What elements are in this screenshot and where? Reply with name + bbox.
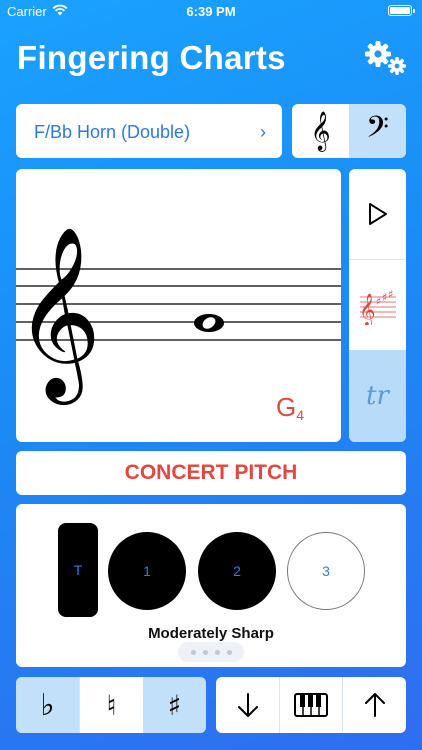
valve-1[interactable]: 1 — [108, 532, 186, 610]
page-title: Fingering Charts — [17, 39, 286, 76]
key-signature-icon: 𝄞 ♯ ♯ ♯ — [359, 288, 396, 325]
thumb-valve[interactable]: T — [58, 523, 98, 617]
valve-1-label: 1 — [143, 563, 151, 579]
chevron-right-icon: › — [260, 122, 266, 142]
play-button[interactable] — [349, 169, 406, 260]
toolbar — [216, 677, 406, 733]
thumb-valve-label: T — [73, 562, 83, 578]
bass-clef-button[interactable]: 𝄢 — [349, 104, 406, 158]
arrow-up-icon — [364, 693, 385, 717]
note-octave: 4 — [296, 407, 305, 423]
page-indicator[interactable] — [178, 642, 244, 662]
page-dot — [214, 649, 220, 655]
tuning-label: Moderately Sharp — [148, 625, 274, 642]
bass-clef-icon: 𝄢 — [365, 109, 390, 151]
play-icon — [368, 203, 387, 225]
clef-selector: 𝄞 𝄢 — [292, 104, 406, 158]
accidental-selector: ♭ ♮ ♯ — [16, 677, 206, 733]
staff-display: 𝄞 G4 — [16, 169, 341, 442]
valve-3[interactable]: 3 — [287, 532, 365, 610]
svg-text:♯: ♯ — [382, 291, 387, 304]
note-up-button[interactable] — [343, 677, 406, 733]
keyboard-button[interactable] — [279, 677, 343, 733]
battery-icon — [388, 5, 415, 16]
clock: 6:39 PM — [186, 4, 236, 19]
instrument-selector[interactable]: F/Bb Horn (Double) › — [16, 104, 282, 158]
natural-icon: ♮ — [106, 688, 117, 722]
gear-icon[interactable] — [362, 40, 408, 76]
svg-text:♯: ♯ — [376, 295, 381, 308]
note-letter: G — [276, 392, 297, 422]
flat-icon: ♭ — [40, 687, 55, 723]
note-down-button[interactable] — [216, 677, 279, 733]
treble-clef-symbol: 𝄞 — [16, 225, 101, 405]
sharp-button[interactable]: ♯ — [143, 677, 206, 733]
valve-3-label: 3 — [322, 563, 330, 579]
valve-2[interactable]: 2 — [198, 532, 276, 610]
treble-clef-icon: 𝄞 — [310, 111, 331, 150]
svg-text:♯: ♯ — [388, 288, 393, 301]
trill-label: tr — [366, 381, 389, 411]
svg-text:𝄞: 𝄞 — [359, 293, 376, 325]
concert-pitch-button[interactable]: CONCERT PITCH — [16, 451, 406, 495]
page-dot — [202, 649, 208, 655]
arrow-down-icon — [237, 693, 258, 717]
whole-note — [194, 314, 224, 332]
page-dot — [190, 649, 196, 655]
instrument-name: F/Bb Horn (Double) — [34, 122, 191, 142]
trill-button[interactable]: tr — [349, 350, 406, 442]
natural-button[interactable]: ♮ — [79, 677, 143, 733]
sharp-icon: ♯ — [167, 688, 182, 722]
piano-keyboard-icon — [294, 693, 328, 717]
page-dot — [226, 649, 232, 655]
status-bar: Carrier 6:39 PM — [0, 0, 422, 24]
key-signature-button[interactable]: 𝄞 ♯ ♯ ♯ — [349, 259, 406, 351]
side-controls: 𝄞 ♯ ♯ ♯ tr — [349, 169, 406, 442]
valve-2-label: 2 — [233, 563, 241, 579]
note-name: G4 — [276, 392, 304, 423]
treble-clef-button[interactable]: 𝄞 — [292, 104, 349, 158]
fingering-panel: T 1 2 3 Moderately Sharp — [16, 504, 406, 667]
flat-button[interactable]: ♭ — [16, 677, 79, 733]
